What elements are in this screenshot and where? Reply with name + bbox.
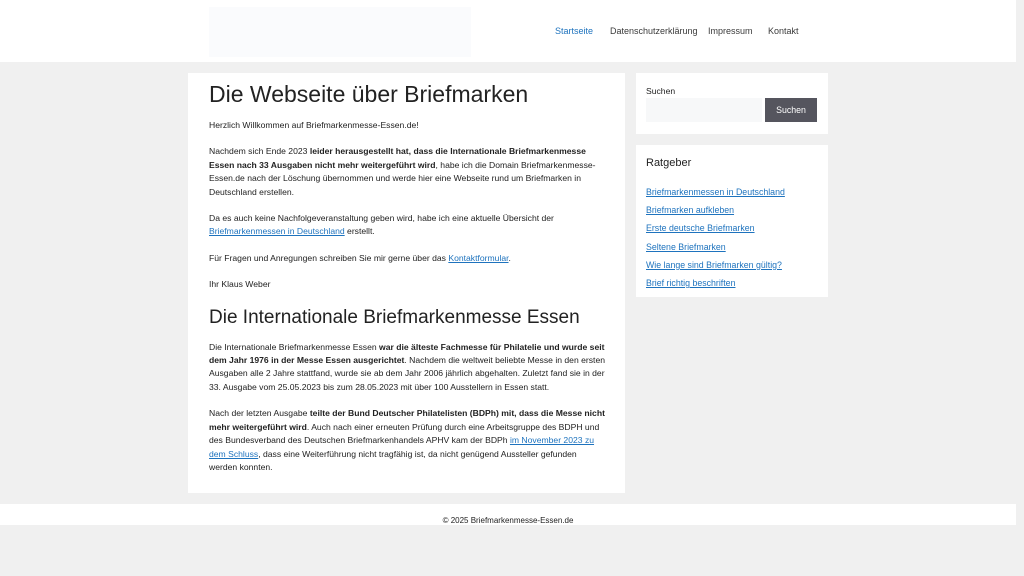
text: erstellt. (344, 226, 375, 237)
list-item: Seltene Briefmarken (646, 238, 785, 256)
search-input[interactable] (646, 98, 762, 122)
main-content: Die Webseite über Briefmarken Herzlich W… (188, 73, 625, 493)
nav-item-kontakt[interactable]: Kontakt (768, 26, 799, 36)
nav-item-impressum[interactable]: Impressum (708, 26, 753, 36)
search-button[interactable]: Suchen (765, 98, 817, 122)
page-scrollbar[interactable] (1016, 0, 1024, 576)
intro-paragraph: Nachdem sich Ende 2023 leider herausgest… (209, 145, 606, 199)
site-footer: © 2025 Briefmarkenmesse-Essen.de (0, 504, 1016, 525)
section-heading: Die Internationale Briefmarkenmesse Esse… (209, 306, 580, 328)
link-briefmarkenmessen[interactable]: Briefmarkenmessen in Deutschland (209, 226, 345, 236)
overview-paragraph: Da es auch keine Nachfolgeveranstaltung … (209, 212, 606, 239)
article: Die Webseite über Briefmarken Herzlich W… (209, 79, 606, 487)
ratgeber-link[interactable]: Brief richtig beschriften (646, 278, 735, 288)
ratgeber-link[interactable]: Erste deutsche Briefmarken (646, 223, 755, 233)
copyright-text: © 2025 Briefmarkenmesse-Essen.de (442, 516, 574, 525)
ratgeber-title: Ratgeber (646, 157, 692, 169)
text: Für Fragen und Anregungen schreiben Sie … (209, 252, 449, 263)
text: , dass eine Weiterführung nicht tragfähi… (209, 448, 577, 472)
ratgeber-link[interactable]: Briefmarkenmessen in Deutschland (646, 187, 785, 197)
site-header: Startseite Datenschutzerklärung Impressu… (0, 0, 1016, 62)
nav-item-startseite[interactable]: Startseite (555, 26, 593, 36)
ratgeber-list: Briefmarkenmessen in Deutschland Briefma… (646, 183, 785, 292)
list-item: Erste deutsche Briefmarken (646, 219, 785, 237)
end-paragraph: Nach der letzten Ausgabe teilte der Bund… (209, 407, 606, 474)
list-item: Briefmarkenmessen in Deutschland (646, 183, 785, 201)
search-widget: Suchen Suchen (636, 73, 828, 134)
list-item: Briefmarken aufkleben (646, 201, 785, 219)
contact-paragraph: Für Fragen und Anregungen schreiben Sie … (209, 252, 606, 265)
signature: Ihr Klaus Weber (209, 279, 271, 290)
ratgeber-widget: Ratgeber Briefmarkenmessen in Deutschlan… (636, 145, 828, 297)
site-logo[interactable] (209, 7, 471, 57)
text: Nach der letzten Ausgabe (209, 408, 310, 419)
ratgeber-link[interactable]: Briefmarken aufkleben (646, 205, 734, 215)
ratgeber-link[interactable]: Wie lange sind Briefmarken gültig? (646, 260, 782, 270)
nav-item-datenschutzerklaerung[interactable]: Datenschutzerklärung (610, 26, 698, 36)
list-item: Wie lange sind Briefmarken gültig? (646, 256, 785, 274)
search-label: Suchen (646, 86, 676, 96)
text: Nachdem sich Ende 2023 (209, 146, 310, 157)
text: . (508, 252, 511, 263)
history-paragraph: Die Internationale Briefmarkenmesse Esse… (209, 341, 606, 395)
text: Die Internationale Briefmarkenmesse Esse… (209, 341, 380, 352)
text: Da es auch keine Nachfolgeveranstaltung … (209, 213, 554, 224)
ratgeber-link[interactable]: Seltene Briefmarken (646, 242, 726, 252)
welcome-paragraph: Herzlich Willkommen auf Briefmarkenmesse… (209, 120, 419, 130)
list-item: Brief richtig beschriften (646, 274, 785, 292)
page-title: Die Webseite über Briefmarken (209, 81, 529, 107)
link-kontaktformular[interactable]: Kontaktformular (448, 253, 508, 263)
